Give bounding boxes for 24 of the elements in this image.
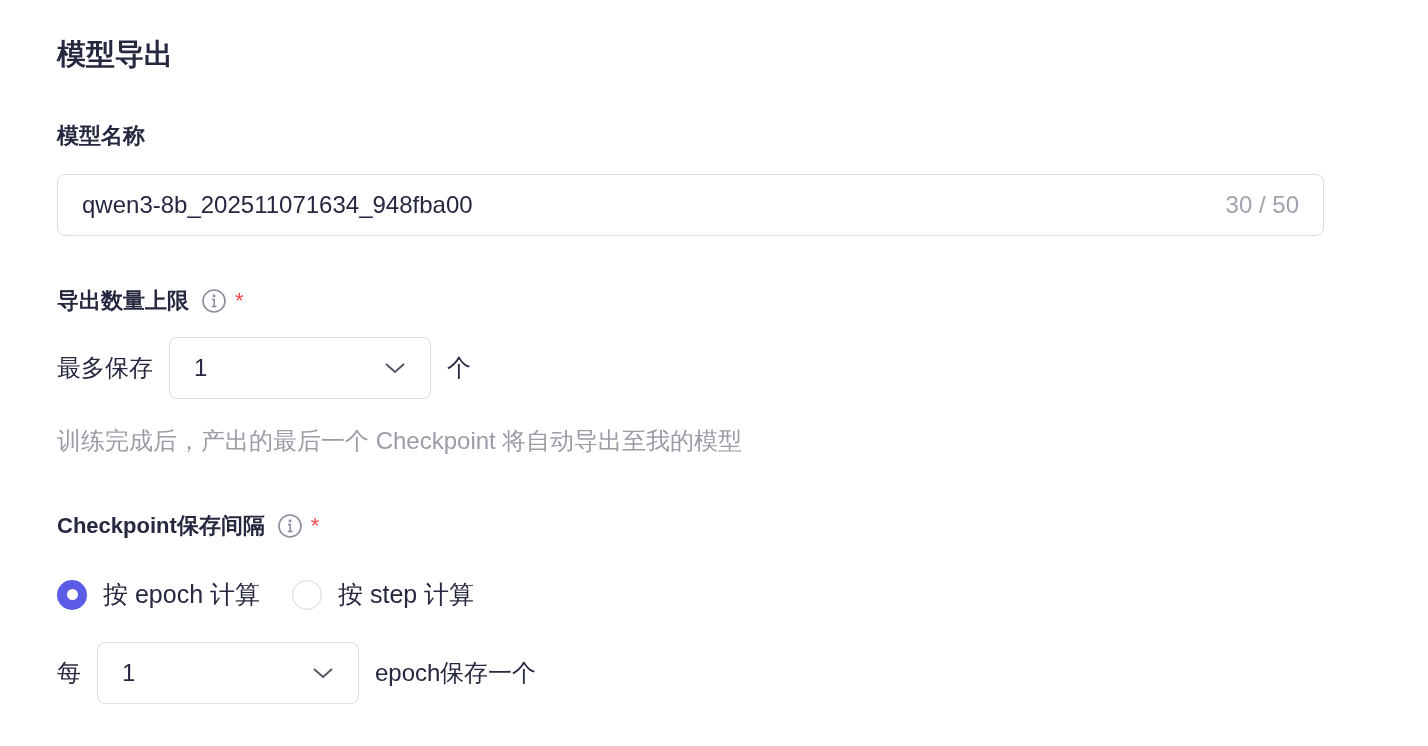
chevron-down-icon: [384, 361, 406, 375]
radio-option[interactable]: 按 step 计算: [292, 576, 475, 614]
prefix-text: 每: [57, 657, 81, 688]
number-select[interactable]: 1: [97, 641, 359, 704]
radio-option[interactable]: 按 epoch 计算: [57, 576, 260, 614]
info-icon[interactable]: [201, 287, 227, 314]
field-label: 模型名称: [57, 122, 145, 150]
model-name-input[interactable]: qwen3-8b_202511071634_948fba00: [82, 187, 1226, 223]
info-icon[interactable]: [276, 512, 303, 539]
chevron-down-icon: [312, 665, 334, 680]
required-mark: *: [235, 287, 244, 315]
prefix-text: 最多保存: [57, 353, 153, 383]
section-title: 模型导出: [57, 37, 174, 72]
required-mark: *: [310, 512, 320, 540]
number-select[interactable]: 1: [169, 337, 431, 399]
hint-text: 训练完成后，产出的最后一个 Checkpoint 将自动导出至我的模型: [57, 426, 744, 456]
model-name-field[interactable]: qwen3-8b_202511071634_948fba00 30 / 50: [57, 174, 1324, 236]
suffix-text: 个: [447, 353, 471, 383]
field-label: Checkpoint保存间隔: [57, 512, 265, 540]
character-counter: 30 / 50: [1225, 190, 1299, 220]
suffix-text: epoch保存一个: [375, 657, 537, 688]
radio-button[interactable]: [292, 579, 322, 610]
radio-button[interactable]: [57, 579, 87, 610]
field-label: 导出数量上限: [57, 287, 189, 315]
